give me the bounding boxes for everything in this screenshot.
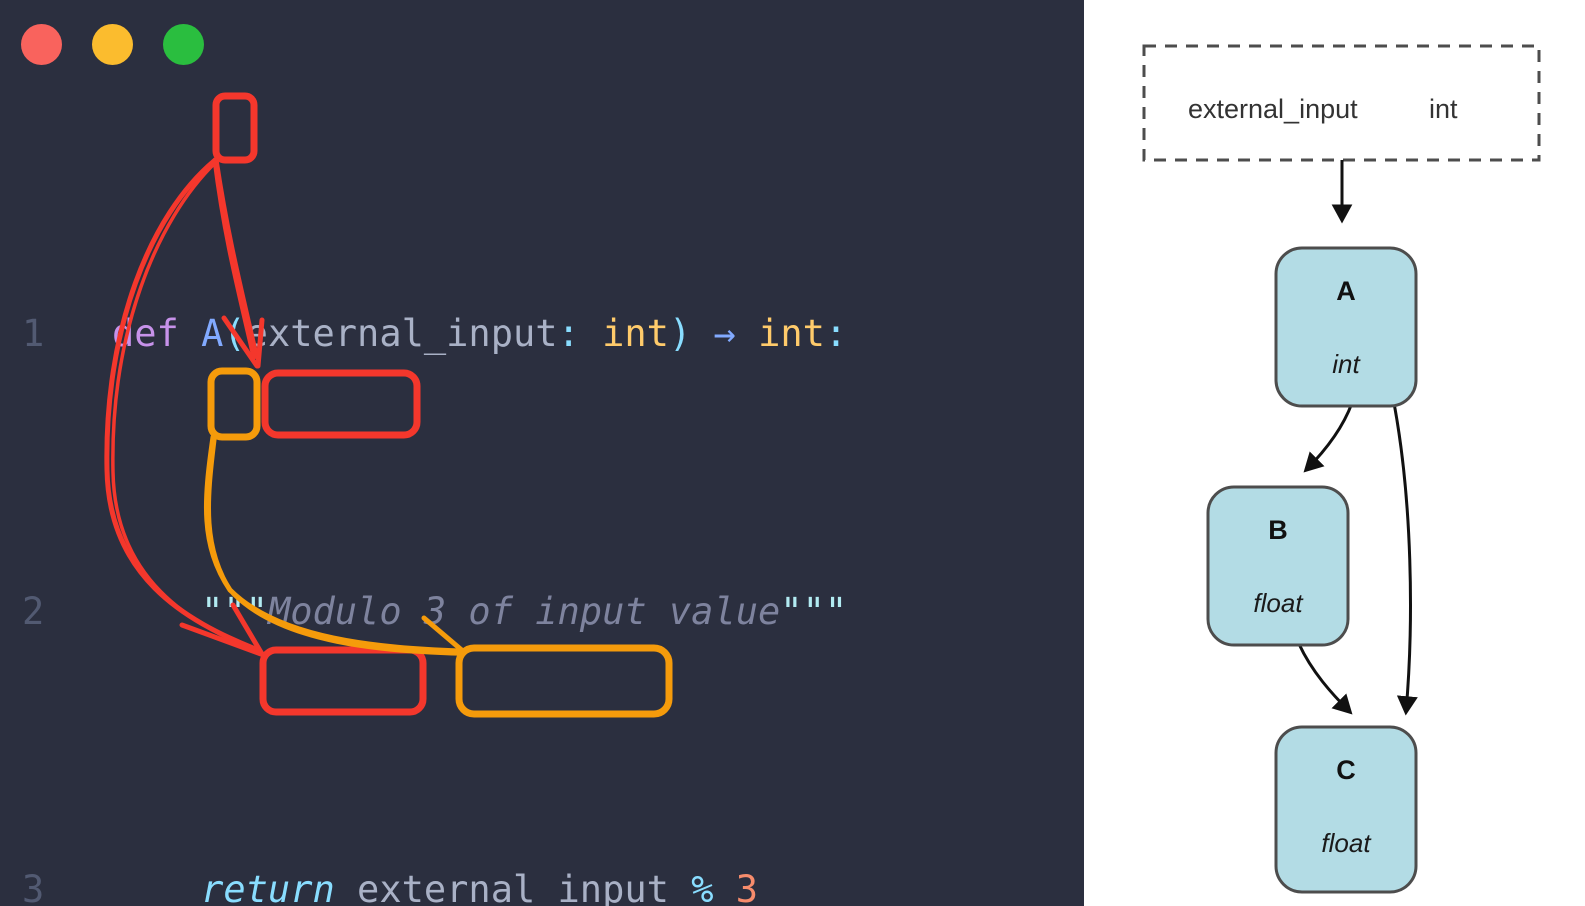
line-content: def A(external_input: int) → int: <box>112 306 847 362</box>
token-return-arrow: → <box>713 312 736 356</box>
token-def: def <box>112 312 179 356</box>
token-func-name-a: A <box>201 312 224 356</box>
window-titlebar <box>0 0 1084 84</box>
dependency-graph-panel: external_input int A int B float C float <box>1084 0 1585 906</box>
edge-A-to-C <box>1392 402 1418 716</box>
token-return: return <box>201 868 335 906</box>
graph-node-B-label: B <box>1268 515 1288 545</box>
token-triple-quote-open: """ <box>201 590 268 634</box>
edge-B-to-C <box>1297 643 1353 715</box>
line-number: 2 <box>22 590 45 634</box>
code-line: 1 def A(external_input: int) → int: <box>0 306 1084 362</box>
token-op-modulo: % <box>691 868 714 906</box>
token-colon: : <box>557 312 580 356</box>
line-content: """Modulo 3 of input value""" <box>112 584 847 640</box>
graph-node-A[interactable]: A int <box>1274 246 1418 408</box>
graph-node-A-type: int <box>1332 349 1361 379</box>
code-area[interactable]: 1 def A(external_input: int) → int: 2 ""… <box>0 84 1084 906</box>
token-docstring-a: Modulo 3 of input value <box>267 590 781 634</box>
graph-node-C-label: C <box>1336 755 1356 785</box>
graph-node-A-shape <box>1274 246 1418 408</box>
maximize-button[interactable] <box>163 24 204 65</box>
minimize-button[interactable] <box>92 24 133 65</box>
token-colon-end: : <box>824 312 848 356</box>
close-button[interactable] <box>21 24 62 65</box>
token-rparen: ) <box>668 312 692 356</box>
screenshot-root: 1 def A(external_input: int) → int: 2 ""… <box>0 0 1585 906</box>
graph-node-C-shape <box>1274 725 1418 894</box>
dependency-graph: external_input int A int B float C float <box>1142 44 1541 894</box>
token-lparen: ( <box>223 312 246 356</box>
token-return-type-int: int <box>758 312 825 356</box>
graph-node-B[interactable]: B float <box>1206 485 1350 647</box>
token-var-external-input: external_input <box>357 868 669 906</box>
code-editor-window: 1 def A(external_input: int) → int: 2 ""… <box>0 0 1084 906</box>
line-number: 3 <box>22 868 45 906</box>
code-line: 3 return external_input % 3 <box>0 862 1084 906</box>
token-type-int: int <box>602 312 669 356</box>
graph-node-A-label: A <box>1336 276 1356 306</box>
token-triple-quote-close: """ <box>780 590 848 634</box>
line-number: 1 <box>22 312 45 356</box>
external-input-label: external_input <box>1188 94 1358 124</box>
edge-A-to-B <box>1303 402 1354 473</box>
graph-node-B-shape <box>1206 485 1350 647</box>
graph-node-C-type: float <box>1321 828 1372 858</box>
graph-node-B-type: float <box>1253 588 1304 618</box>
line-content: return external_input % 3 <box>112 862 758 906</box>
graph-node-C[interactable]: C float <box>1274 725 1418 894</box>
external-input-type: int <box>1429 94 1458 124</box>
token-num-3: 3 <box>735 868 759 906</box>
token-param-external-input: external_input <box>245 312 558 356</box>
code-line: 2 """Modulo 3 of input value""" <box>0 584 1084 640</box>
